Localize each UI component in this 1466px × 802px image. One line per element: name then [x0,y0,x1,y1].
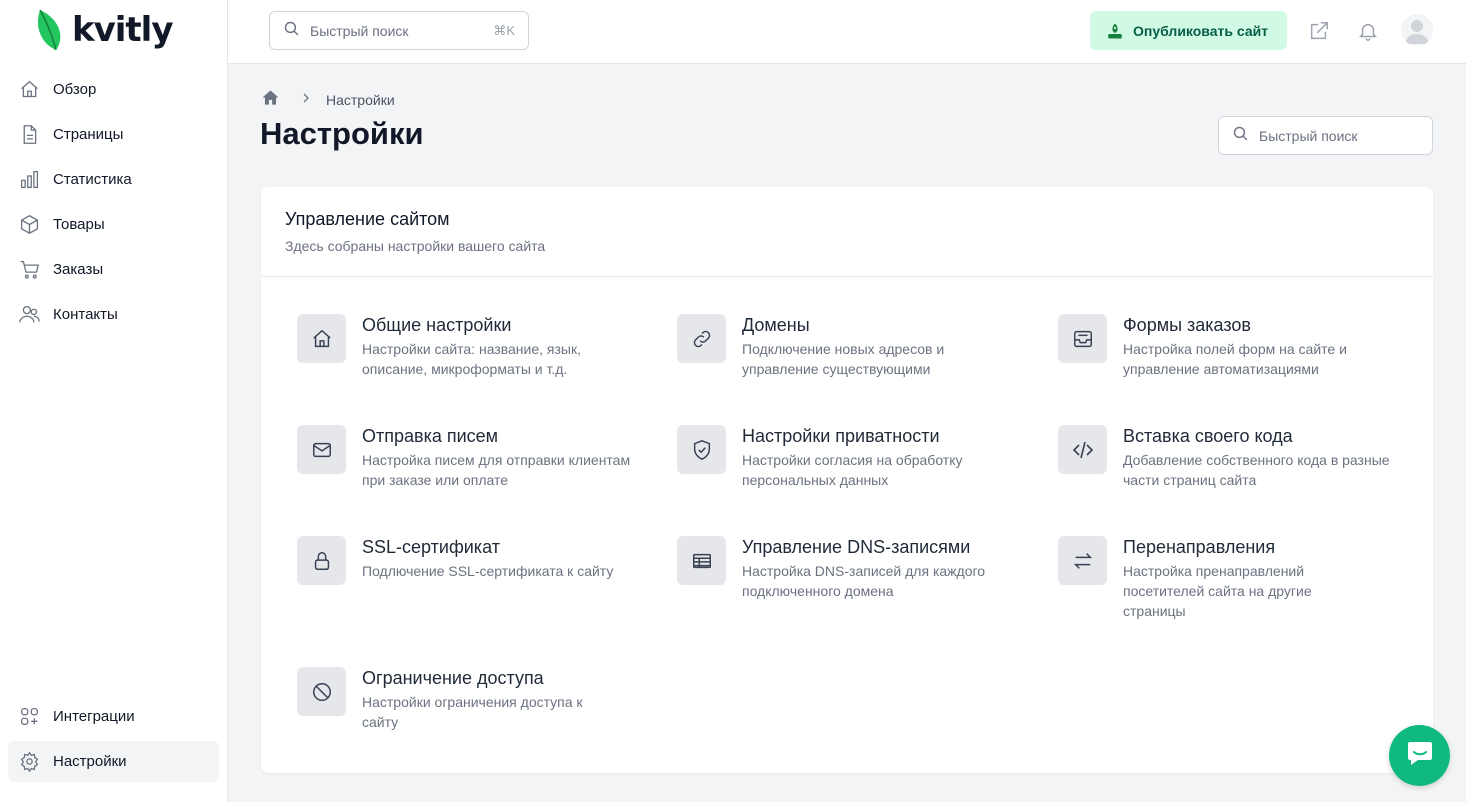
mail-icon [297,425,346,474]
tile-ssl-certificate[interactable]: SSL-сертификат Подлючение SSL-сертификат… [297,536,657,585]
sidebar-item-settings[interactable]: Настройки [8,741,219,782]
home-icon [297,314,346,363]
avatar[interactable] [1401,14,1433,46]
chevron-right-icon [300,91,312,109]
gear-icon [18,751,40,773]
tile-title: Формы заказов [1123,315,1251,335]
tile-description: Подлючение SSL-сертификата к сайту [362,563,614,579]
tile-title: Отправка писем [362,426,499,446]
sidebar: kvitly Обзор Страницы Статистика Товары [0,0,228,802]
logo[interactable]: kvitly [36,8,173,52]
sidebar-item-stats[interactable]: Статистика [8,159,219,200]
tile-description: Настройка DNS-записей для каждого подклю… [742,563,986,599]
breadcrumb: Настройки [261,88,395,112]
bell-icon[interactable] [1355,18,1381,44]
tile-dns-records[interactable]: Управление DNS-записями Настройка DNS-за… [677,536,1037,601]
tile-title: Перенаправления [1123,537,1276,557]
search-placeholder: Быстрый поиск [1259,127,1358,144]
open-external-icon[interactable] [1306,18,1332,44]
page-title: Настройки [260,116,424,151]
cart-icon [18,259,40,281]
search-icon [1232,125,1249,147]
tile-general-settings[interactable]: Общие настройки Настройки сайта: названи… [297,314,657,379]
card-header: Управление сайтом Здесь собраны настройк… [261,187,1433,277]
chat-icon [1404,737,1436,774]
ban-icon [297,667,346,716]
chart-icon [18,169,40,191]
shield-check-icon [677,425,726,474]
breadcrumb-current: Настройки [326,92,395,108]
search-input[interactable]: Быстрый поиск ⌘K [269,11,529,50]
tile-description: Настройка полей форм на сайте и управлен… [1123,341,1347,377]
tile-description: Подключение новых адресов и управление с… [742,341,945,377]
tile-order-forms[interactable]: Формы заказов Настройка полей форм на са… [1058,314,1418,379]
sidebar-item-label: Контакты [53,306,118,323]
sidebar-item-label: Статистика [53,171,132,188]
sidebar-item-label: Товары [53,216,105,233]
tile-description: Настройки согласия на обработку персонал… [742,452,963,488]
sidebar-item-label: Страницы [53,126,124,143]
topbar: Быстрый поиск ⌘K Опубликовать сайт [228,0,1466,64]
sidebar-item-label: Обзор [53,81,97,98]
sidebar-item-products[interactable]: Товары [8,204,219,245]
sidebar-item-pages[interactable]: Страницы [8,114,219,155]
lock-icon [297,536,346,585]
tile-title: Домены [742,315,810,335]
publish-icon [1106,22,1124,40]
tile-email-sending[interactable]: Отправка писем Настройка писем для отпра… [297,425,657,490]
sidebar-bottom-nav: Интеграции Настройки [8,696,219,786]
tile-title: SSL-сертификат [362,537,500,557]
tile-redirects[interactable]: Перенаправления Настройка пренаправлений… [1058,536,1418,621]
sidebar-item-contacts[interactable]: Контакты [8,294,219,335]
home-icon [18,79,40,101]
users-icon [18,304,40,326]
inbox-icon [1058,314,1107,363]
integrations-icon [18,706,40,728]
tile-domains[interactable]: Домены Подключение новых адресов и управ… [677,314,1037,379]
tile-description: Настройка пренаправлений посетителей сай… [1123,563,1312,619]
search-shortcut: ⌘K [493,22,515,38]
arrows-swap-icon [1058,536,1107,585]
settings-search-input[interactable]: Быстрый поиск [1218,116,1433,155]
tile-access-restriction[interactable]: Ограничение доступа Настройки ограничени… [297,667,657,732]
tile-description: Настройки ограничения доступа к сайту [362,694,583,730]
card-title: Управление сайтом [285,209,450,229]
tile-privacy-settings[interactable]: Настройки приватности Настройки согласия… [677,425,1037,490]
table-icon [677,536,726,585]
tile-title: Вставка своего кода [1123,426,1293,446]
sidebar-item-label: Настройки [53,753,127,770]
link-icon [677,314,726,363]
home-icon[interactable] [261,88,280,112]
chat-button[interactable] [1389,725,1450,786]
site-management-card: Управление сайтом Здесь собраны настройк… [261,187,1433,773]
tile-title: Ограничение доступа [362,668,544,688]
tile-description: Настройки сайта: название, язык, описани… [362,341,582,377]
sidebar-item-label: Заказы [53,261,104,278]
tile-title: Управление DNS-записями [742,537,971,557]
tile-description: Настройка писем для отправки клиентам пр… [362,452,631,488]
publish-site-button[interactable]: Опубликовать сайт [1090,11,1287,50]
publish-label: Опубликовать сайт [1133,22,1269,39]
sidebar-item-overview[interactable]: Обзор [8,69,219,110]
sidebar-item-integrations[interactable]: Интеграции [8,696,219,737]
search-icon [283,20,300,42]
document-icon [18,124,40,146]
tile-title: Общие настройки [362,315,512,335]
sidebar-item-label: Интеграции [53,708,135,725]
sidebar-item-orders[interactable]: Заказы [8,249,219,290]
search-placeholder: Быстрый поиск [310,22,409,39]
tile-title: Настройки приватности [742,426,940,446]
logo-text: kvitly [72,10,173,50]
tile-custom-code[interactable]: Вставка своего кода Добавление собственн… [1058,425,1418,490]
code-icon [1058,425,1107,474]
sidebar-nav: Обзор Страницы Статистика Товары Заказы [8,69,219,339]
card-subtitle: Здесь собраны настройки вашего сайта [285,238,546,254]
leaf-icon [37,9,61,51]
tile-description: Добавление собственного кода в разные ча… [1123,452,1390,488]
cube-icon [18,214,40,236]
